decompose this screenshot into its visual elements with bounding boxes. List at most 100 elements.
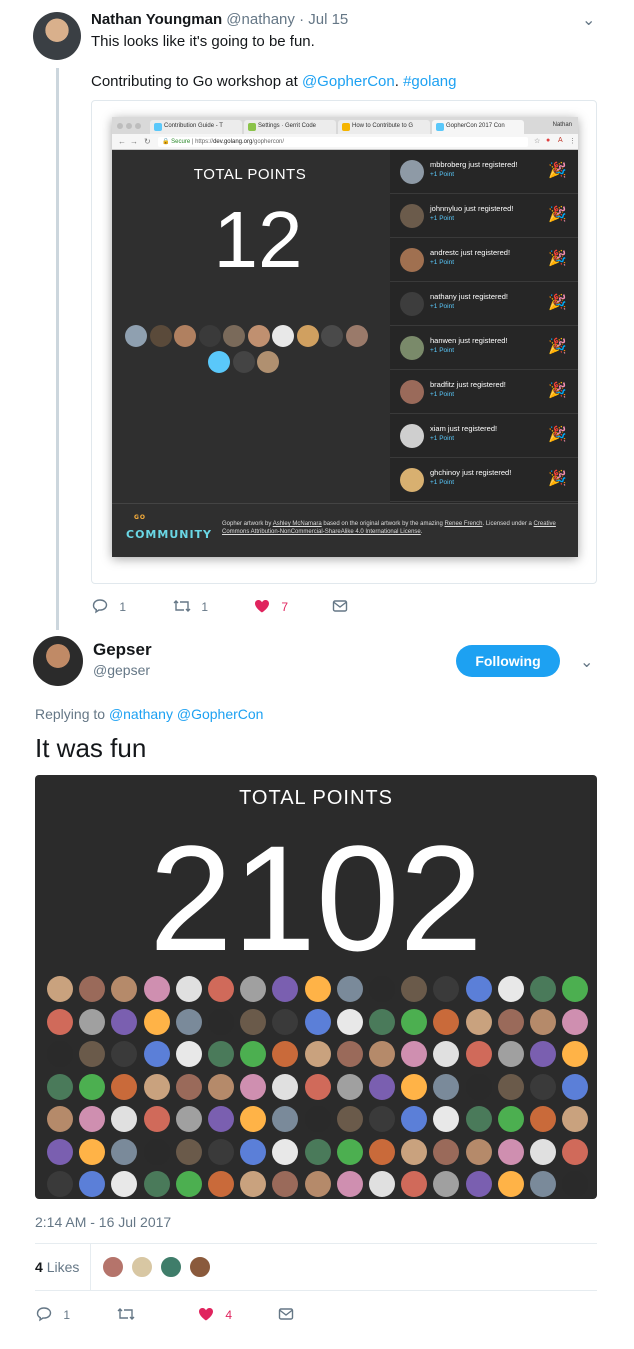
party-popper-icon: 🎉 <box>548 338 567 355</box>
contributor-avatar <box>240 1106 267 1132</box>
contributor-avatar <box>433 1171 460 1197</box>
author-name[interactable]: Nathan Youngman <box>91 11 222 28</box>
extension-icon: ● <box>546 137 551 144</box>
tweet-text-sep: . <box>394 73 404 90</box>
contributor-avatar <box>175 1106 202 1132</box>
contributor-avatar <box>79 1138 106 1165</box>
contributor-avatar <box>47 1138 73 1165</box>
contributor-avatar <box>304 1171 331 1197</box>
likes-count[interactable]: 4 Likes <box>35 1259 79 1275</box>
browser-screenshot[interactable]: Contribution Guide - T Settings · Gerrit… <box>112 117 578 557</box>
heart-icon <box>199 1308 213 1321</box>
contributor-avatar <box>232 351 255 373</box>
liker-avatar[interactable] <box>159 1255 183 1279</box>
hashtag-link[interactable]: #golang <box>403 73 456 90</box>
contributor-avatar <box>79 1171 106 1197</box>
like-button[interactable]: 7 <box>254 598 288 614</box>
contributor-avatar <box>272 1138 299 1165</box>
contributor-avatar <box>304 1106 331 1132</box>
chevron-down-icon[interactable]: ⌄ <box>582 10 595 30</box>
author-handle[interactable]: @gepser <box>93 662 150 678</box>
like-count: 7 <box>281 600 289 614</box>
contributor-avatar <box>369 1106 395 1132</box>
gophercon-dashboard: TOTAL POINTS 12 mbbroberg just registere… <box>112 150 578 557</box>
contributor-avatar <box>208 976 234 1002</box>
contributor-avatar <box>143 1106 170 1132</box>
feed-points: +1 Point <box>430 303 455 310</box>
author-name[interactable]: Gepser <box>93 640 152 660</box>
contributor-avatar <box>497 976 524 1002</box>
contributor-avatar <box>272 1008 299 1035</box>
total-points-value: 2102 <box>149 814 483 982</box>
feed-message: johnnyluo just registered! <box>430 204 514 213</box>
reply-mention[interactable]: @GopherCon <box>177 706 264 722</box>
chevron-down-icon[interactable]: ⌄ <box>580 652 593 672</box>
contributor-avatar <box>465 1138 492 1165</box>
contributor-avatar <box>198 325 221 347</box>
contributor-avatar <box>465 976 492 1002</box>
author-handle[interactable]: @nathany <box>226 11 295 28</box>
contributor-avatar <box>336 1041 363 1067</box>
contributor-avatar <box>497 1073 524 1100</box>
tweet-time[interactable]: · Jul 15 <box>299 11 348 28</box>
contributor-avatar <box>47 1041 73 1067</box>
contributor-avatar <box>272 325 294 347</box>
contributor-avatar <box>257 351 279 373</box>
contributor-avatar <box>143 1073 170 1100</box>
contributor-avatar <box>465 1041 492 1067</box>
reply-mention[interactable]: @nathany <box>109 706 173 722</box>
address-bar: ← → ↻ 🔒 Secure | https://dev.golang.org/… <box>112 134 578 150</box>
like-button[interactable]: 4 <box>198 1306 232 1322</box>
contributor-avatar <box>208 1138 234 1165</box>
tweet-text-line-1: This looks like it's going to be fun. <box>91 33 315 50</box>
contributor-avatar <box>336 1106 363 1132</box>
tweet-text: It was fun <box>35 733 147 763</box>
contributor-avatar <box>433 1106 460 1132</box>
feed-points: +1 Point <box>430 391 455 398</box>
heart-icon <box>255 600 269 613</box>
contributor-avatar <box>175 1171 202 1197</box>
forward-icon: → <box>130 137 138 146</box>
contributor-avatar <box>79 1073 106 1100</box>
liker-avatar[interactable] <box>101 1255 125 1279</box>
retweet-icon <box>173 600 191 612</box>
contributor-avatar <box>175 1008 202 1035</box>
window-button <box>117 123 123 129</box>
feed-avatar <box>400 204 424 228</box>
total-points-value: 12 <box>213 195 303 284</box>
party-popper-icon: 🎉 <box>548 470 567 487</box>
feed-message: mbbroberg just registered! <box>430 160 518 169</box>
reply-button[interactable]: 1 <box>92 598 126 614</box>
contributor-avatar <box>111 1106 138 1132</box>
go-community-logo: GO COMMUNITY <box>126 514 213 541</box>
retweet-button[interactable] <box>116 1306 136 1322</box>
feed-message: nathany just registered! <box>430 292 508 301</box>
message-button[interactable] <box>332 598 348 614</box>
reply-count: 1 <box>119 600 127 614</box>
feed-avatar <box>400 336 424 360</box>
liker-avatar[interactable] <box>130 1255 154 1279</box>
reply-button[interactable]: 1 <box>36 1306 70 1322</box>
star-icon: ☆ <box>534 138 541 145</box>
message-button[interactable] <box>278 1306 294 1322</box>
avatar[interactable] <box>33 636 83 686</box>
contributor-avatar <box>175 1073 202 1100</box>
menu-icon: ⋮ <box>569 138 576 145</box>
mention-link[interactable]: @GopherCon <box>302 73 395 90</box>
avatar[interactable] <box>33 12 81 60</box>
artwork-attribution: Gopher artwork by Ashley McNamara based … <box>222 521 556 535</box>
following-button[interactable]: Following <box>456 645 560 677</box>
contributor-avatar <box>79 1106 106 1132</box>
browser-tab: Settings · Gerrit Code <box>244 120 336 134</box>
contributor-avatar <box>530 1171 556 1197</box>
party-popper-icon: 🎉 <box>548 382 567 399</box>
retweet-button[interactable]: 1 <box>172 598 208 614</box>
contributor-avatar <box>143 1138 170 1165</box>
liker-avatar[interactable] <box>188 1255 212 1279</box>
contributor-avatar <box>530 1008 556 1035</box>
contributor-avatar <box>111 1041 138 1067</box>
party-popper-icon: 🎉 <box>548 294 567 311</box>
media-photo[interactable]: TOTAL POINTS 2102 <box>35 775 597 1199</box>
contributor-avatar <box>433 1073 460 1100</box>
tweet-timestamp[interactable]: 2:14 AM - 16 Jul 2017 <box>35 1214 171 1230</box>
